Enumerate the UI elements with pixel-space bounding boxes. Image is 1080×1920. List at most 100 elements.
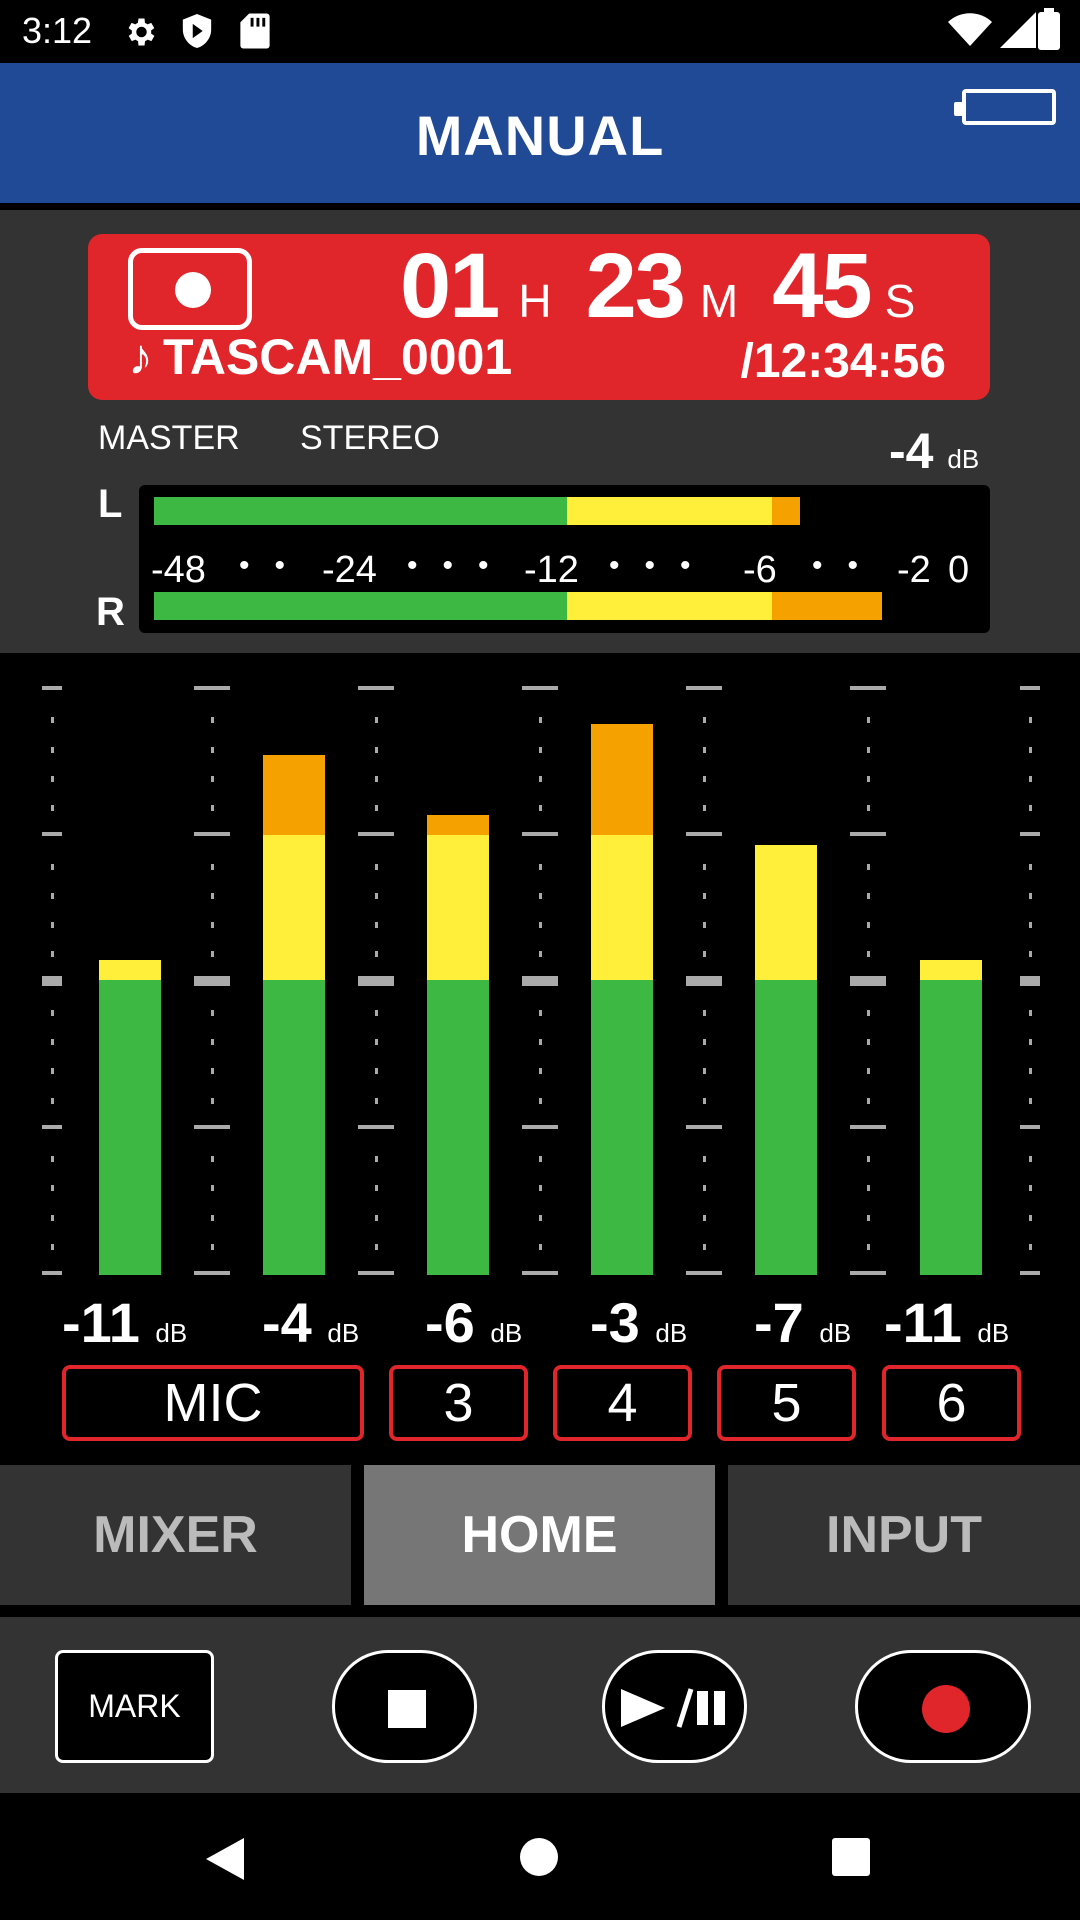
stop-icon xyxy=(388,1690,426,1728)
home-nav-icon[interactable] xyxy=(520,1838,558,1876)
meter-scale-mark xyxy=(850,832,886,837)
scale-label: -48 xyxy=(151,549,206,591)
meter-scale-dot xyxy=(211,922,214,928)
meter-scale-dot xyxy=(1029,922,1032,928)
status-bar: 3:12 xyxy=(0,0,1080,63)
meter-scale-dot xyxy=(703,1097,706,1104)
meter-scale-mark xyxy=(1020,1271,1040,1275)
scale-dots: • • xyxy=(239,549,286,582)
meter-scale-dot xyxy=(867,805,870,811)
meter-scale-dot xyxy=(867,892,870,899)
meter-scale-dot xyxy=(51,717,54,724)
channel-label-6[interactable]: 6 xyxy=(882,1365,1021,1441)
recording-status-box: 01 H 23 M 45 S ♪ TASCAM_0001 /12:34:56 xyxy=(88,234,990,400)
meter-scale-dot xyxy=(51,1156,54,1162)
meter-scale-dot xyxy=(211,1009,214,1016)
meter-scale-dot xyxy=(1029,951,1032,958)
meter-scale-dot xyxy=(375,1185,378,1192)
meter-scale-dot xyxy=(51,1068,54,1075)
meter-scale-dot xyxy=(539,1243,542,1250)
meter-scale-mark xyxy=(358,832,394,837)
master-level-db: -4 dB xyxy=(889,422,979,480)
file-name-text: TASCAM_0001 xyxy=(163,329,513,385)
record-icon xyxy=(922,1685,970,1733)
meter-scale-dot xyxy=(1029,1068,1032,1075)
meter-scale-dot xyxy=(51,1185,54,1192)
meter-scale-dot xyxy=(51,922,54,928)
meter-scale-dot xyxy=(211,746,214,753)
meter-scale-mark xyxy=(686,975,722,986)
recents-icon[interactable] xyxy=(832,1838,870,1876)
meter-scale-dot xyxy=(211,892,214,899)
meter-scale-dot xyxy=(703,1156,706,1162)
meter-scale-dot xyxy=(1029,775,1032,782)
meter-scale-dot xyxy=(51,1097,54,1104)
channel-meter-green xyxy=(99,980,161,1275)
hours-unit: H xyxy=(518,275,552,327)
meter-scale-dot xyxy=(51,805,54,811)
channel-label-3[interactable]: 3 xyxy=(389,1365,528,1441)
channel-meter-yellow xyxy=(427,835,489,980)
channel-db-readout: -7 dB xyxy=(754,1291,852,1354)
right-channel-label: R xyxy=(96,590,125,634)
meter-scale-dot xyxy=(539,892,542,899)
wifi-icon xyxy=(948,13,992,46)
channel-meter-green xyxy=(755,980,817,1275)
meter-scale-dot xyxy=(375,922,378,928)
meter-scale-dot xyxy=(375,1009,378,1016)
app-header: MANUAL xyxy=(0,63,1080,203)
meter-scale-dot xyxy=(867,1185,870,1192)
meter-yellow-segment xyxy=(567,592,772,620)
stop-button[interactable] xyxy=(332,1650,477,1763)
meter-scale-dot xyxy=(867,1039,870,1045)
scale-label: -6 xyxy=(743,549,777,591)
scale-label: 0 xyxy=(948,549,970,591)
meter-scale-mark xyxy=(850,975,886,986)
record-button[interactable] xyxy=(855,1650,1031,1763)
left-channel-label: L xyxy=(98,482,123,526)
meter-scale-dot xyxy=(375,775,378,782)
meter-scale-dot xyxy=(867,1009,870,1016)
play-pause-button[interactable] xyxy=(602,1650,747,1763)
meter-scale-dot xyxy=(1029,1156,1032,1162)
tab-mixer[interactable]: MIXER xyxy=(0,1465,351,1605)
back-icon[interactable] xyxy=(204,1836,248,1882)
status-time: 3:12 xyxy=(22,10,93,51)
meter-scale-dot xyxy=(703,951,706,958)
meter-scale-dot xyxy=(867,717,870,724)
tab-input[interactable]: INPUT xyxy=(728,1465,1080,1605)
meter-orange-segment xyxy=(771,592,882,620)
meter-scale-mark xyxy=(1020,975,1040,986)
channel-label-4[interactable]: 4 xyxy=(553,1365,692,1441)
meter-scale-mark xyxy=(522,1271,558,1275)
meter-scale-dot xyxy=(1029,746,1032,753)
channel-db-readout: -4 dB xyxy=(262,1291,360,1354)
meter-scale-mark xyxy=(522,686,558,690)
channel-label-mic[interactable]: MIC xyxy=(62,1365,364,1441)
record-status-icon xyxy=(128,248,252,330)
meter-scale-dot xyxy=(539,863,542,870)
meter-scale-mark xyxy=(850,1271,886,1275)
meter-scale-dot xyxy=(539,775,542,782)
scale-dots: • • • xyxy=(609,549,691,582)
meter-scale-mark xyxy=(42,975,62,986)
meter-green-segment xyxy=(154,592,568,620)
meter-scale-dot xyxy=(867,1214,870,1221)
device-battery-icon xyxy=(954,89,1056,125)
meter-scale-dot xyxy=(539,1214,542,1221)
tab-home[interactable]: HOME xyxy=(364,1465,715,1605)
meter-scale-mark xyxy=(522,1124,558,1129)
meter-scale-dot xyxy=(51,1214,54,1221)
meter-scale-dot xyxy=(211,1214,214,1221)
meter-scale-mark xyxy=(686,832,722,837)
channel-db-readout: -11 dB xyxy=(884,1291,1010,1354)
meter-scale-mark xyxy=(194,686,230,690)
mark-button[interactable]: MARK xyxy=(55,1650,214,1763)
meter-scale-dot xyxy=(867,1068,870,1075)
channel-label-5[interactable]: 5 xyxy=(717,1365,856,1441)
shield-icon xyxy=(182,14,212,48)
meter-scale-dot xyxy=(703,1185,706,1192)
meter-scale-dot xyxy=(51,1039,54,1045)
meter-scale-dot xyxy=(211,1156,214,1162)
meter-scale-dot xyxy=(703,1243,706,1250)
